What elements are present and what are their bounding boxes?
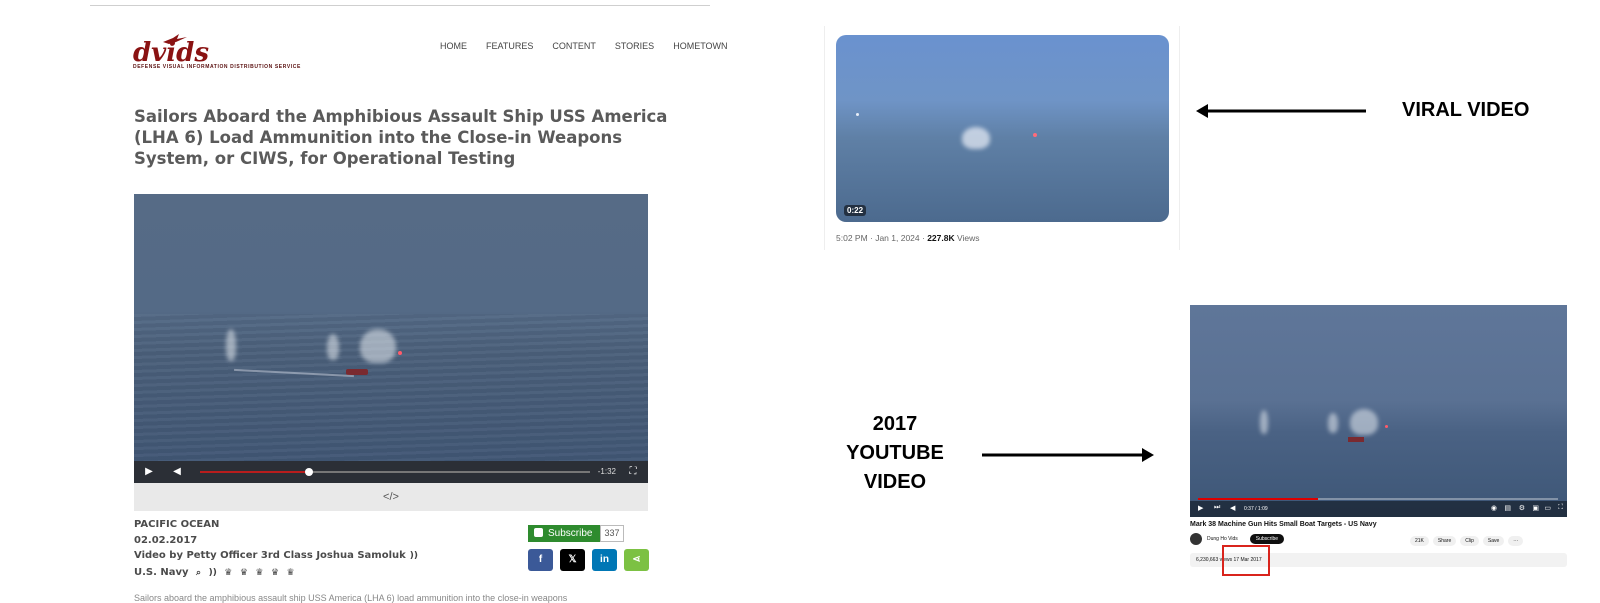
viral-video-label: VIRAL VIDEO: [1402, 99, 1530, 121]
play-icon[interactable]: ▶: [142, 466, 156, 478]
youtube-video[interactable]: ▶ ⏭ ◀ 0:37 / 1:09 ◉ ▤ ⚙ ▣ ▭ ⛶: [1190, 305, 1567, 517]
tweet-video[interactable]: 0:22: [836, 35, 1169, 222]
theater-icon[interactable]: ▭: [1544, 504, 1551, 512]
subscriber-count: 337: [600, 525, 624, 542]
rss-icon[interactable]: )): [410, 551, 418, 561]
embed-code-icon[interactable]: </>: [383, 491, 399, 503]
water-splash: [1350, 409, 1378, 435]
tweet-timestamp[interactable]: 5:02 PM · Jan 1, 2024 ·: [836, 233, 927, 243]
youtube-video-label: 2017 YOUTUBE VIDEO: [840, 410, 950, 497]
nav-hometown[interactable]: HOMETOWN: [673, 41, 727, 51]
save-button[interactable]: Save: [1482, 536, 1505, 546]
share-buttons: f 𝕏 in ⋖: [528, 549, 649, 571]
share-icon-button[interactable]: ⋖: [624, 549, 649, 571]
youtube-title: Mark 38 Machine Gun Hits Small Boat Targ…: [1190, 521, 1377, 528]
progress-fill: [200, 471, 310, 473]
share-button[interactable]: Share: [1432, 536, 1457, 546]
water-splash: [327, 334, 339, 360]
time-remaining: -1:32: [597, 467, 616, 476]
tracer-flash: [856, 113, 859, 116]
clip-button[interactable]: Clip: [1460, 536, 1479, 546]
label-line: VIDEO: [863, 471, 927, 493]
play-icon[interactable]: ▶: [1198, 504, 1203, 512]
youtube-subscribe-button[interactable]: Subscribe: [1249, 534, 1284, 544]
subscribe-button[interactable]: Subscribe: [528, 525, 601, 542]
trophy-icon: ♛: [255, 567, 264, 578]
water-splash: [226, 329, 236, 361]
nav-home[interactable]: HOME: [440, 41, 467, 51]
branch[interactable]: U.S. Navy: [134, 567, 189, 578]
subscribe-widget: Subscribe 337: [528, 525, 624, 542]
top-divider: [90, 5, 710, 6]
location: PACIFIC OCEAN: [134, 519, 220, 530]
youtube-progress-bar[interactable]: [1198, 498, 1558, 500]
nav-content[interactable]: CONTENT: [552, 41, 596, 51]
description-text: Sailors aboard the amphibious assault sh…: [134, 593, 568, 603]
water-splash: [962, 127, 990, 149]
player-controls: ▶ ◀ -1:32 ⛶: [134, 461, 648, 483]
next-icon[interactable]: ⏭: [1214, 504, 1220, 512]
like-button[interactable]: 21K: [1410, 536, 1429, 546]
subscribe-label: Subscribe: [548, 528, 593, 539]
linkedin-share-button[interactable]: in: [592, 549, 617, 571]
search-icon[interactable]: ⌕: [196, 568, 201, 578]
arrow-right-icon: [982, 448, 1154, 462]
date-highlight-box: [1222, 545, 1270, 576]
dvids-logo[interactable]: dvids DEFENSE VISUAL INFORMATION DISTRIB…: [133, 34, 313, 72]
progress-knob[interactable]: [305, 468, 314, 476]
lock-icon: [534, 528, 543, 537]
label-line: YOUTUBE: [846, 442, 944, 464]
facebook-share-button[interactable]: f: [528, 549, 553, 571]
youtube-controls: ▶ ⏭ ◀ 0:37 / 1:09 ◉ ▤ ⚙ ▣ ▭ ⛶: [1190, 501, 1567, 517]
miniplayer-icon[interactable]: ▣: [1532, 504, 1539, 512]
water-splash: [360, 329, 396, 363]
youtube-actions: 21K Share Clip Save ···: [1410, 536, 1524, 546]
label-line: 2017: [872, 413, 918, 435]
youtube-progress-fill: [1198, 498, 1318, 500]
nav-stories[interactable]: STORIES: [615, 41, 654, 51]
video-metadata: PACIFIC OCEAN 02.02.2017 Video by Petty …: [134, 517, 418, 581]
progress-bar[interactable]: [200, 468, 590, 476]
video-player[interactable]: ▶ ◀ -1:32 ⛶: [134, 194, 648, 483]
more-button[interactable]: ···: [1508, 536, 1524, 546]
page-title: Sailors Aboard the Amphibious Assault Sh…: [134, 107, 668, 168]
channel-name[interactable]: Dung Ho Vids: [1207, 536, 1238, 542]
arrow-left-icon: [1196, 104, 1366, 118]
youtube-time: 0:37 / 1:09: [1244, 506, 1268, 512]
main-nav: HOME FEATURES CONTENT STORIES HOMETOWN: [440, 41, 728, 51]
x-share-button[interactable]: 𝕏: [560, 549, 585, 571]
trophy-icon: ♛: [224, 567, 233, 578]
trophy-icon: ♛: [270, 567, 280, 578]
fullscreen-icon[interactable]: ⛶: [626, 466, 640, 478]
publish-date: 02.02.2017: [134, 534, 198, 546]
subtitles-icon[interactable]: ▤: [1504, 504, 1511, 512]
autoplay-icon[interactable]: ◉: [1491, 504, 1497, 512]
tracer-flash: [398, 351, 402, 355]
water-splash: [1260, 410, 1268, 434]
video-duration: 0:22: [844, 205, 867, 216]
tracer-flash: [1385, 425, 1388, 428]
tweet-views-count: 227.8K: [927, 233, 955, 243]
trophy-icon: ♛: [286, 567, 295, 578]
tweet-views-label: Views: [954, 233, 980, 243]
logo-subtitle: DEFENSE VISUAL INFORMATION DISTRIBUTION …: [133, 64, 301, 70]
embed-bar[interactable]: </>: [134, 483, 648, 511]
tracer-flash: [1033, 133, 1037, 137]
byline[interactable]: Video by Petty Officer 3rd Class Joshua …: [134, 550, 406, 561]
water-splash: [1328, 413, 1338, 433]
tweet-meta: 5:02 PM · Jan 1, 2024 · 227.8K Views: [836, 233, 980, 243]
volume-icon[interactable]: ◀: [1230, 504, 1235, 512]
nav-features[interactable]: FEATURES: [486, 41, 533, 51]
fullscreen-icon[interactable]: ⛶: [1558, 504, 1563, 512]
trophy-icon: ♛: [239, 567, 248, 578]
logo-wordmark: dvids: [133, 38, 209, 68]
settings-icon[interactable]: ⚙: [1519, 504, 1525, 512]
volume-icon[interactable]: ◀: [170, 466, 184, 478]
target-boat: [1348, 437, 1364, 442]
youtube-channel: Dung Ho Vids Subscribe: [1190, 533, 1284, 545]
rss-icon[interactable]: )): [209, 568, 217, 578]
avatar[interactable]: [1190, 533, 1202, 545]
